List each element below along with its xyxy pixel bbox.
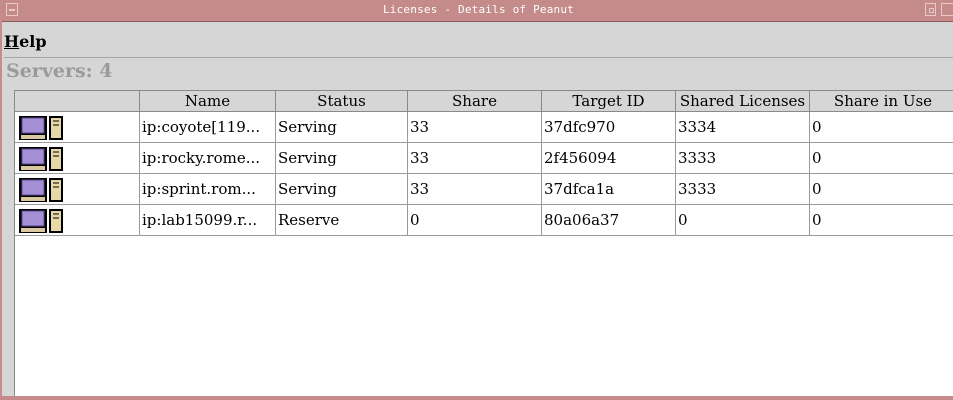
- window-title: Licenses - Details of Peanut: [382, 3, 575, 16]
- server-share: 0: [408, 205, 542, 236]
- server-name: ip:sprint.rom...: [140, 174, 276, 205]
- row-icon-cell: [15, 143, 140, 174]
- column-header-share[interactable]: Share: [408, 91, 542, 112]
- server-shared-licenses: 3334: [676, 112, 810, 143]
- row-icon-cell: [15, 174, 140, 205]
- server-icon: [18, 208, 64, 234]
- server-name: ip:lab15099.r...: [140, 205, 276, 236]
- row-icon-cell: [15, 205, 140, 236]
- licenses-window: Licenses - Details of Peanut Help Server…: [0, 0, 953, 400]
- table-row[interactable]: ip:lab15099.r... Reserve 0 80a06a37 0 0: [15, 205, 953, 236]
- server-target-id: 37dfca1a: [542, 174, 676, 205]
- row-icon-cell: [15, 112, 140, 143]
- column-header-icon[interactable]: [15, 91, 140, 112]
- server-share-in-use: 0: [810, 205, 953, 236]
- help-mnemonic: H: [4, 32, 20, 51]
- servers-table: Name Status Share Target ID Shared Licen…: [14, 90, 953, 398]
- column-header-target-id[interactable]: Target ID: [542, 91, 676, 112]
- server-status: Serving: [276, 112, 408, 143]
- server-icon: [18, 177, 64, 203]
- table-row[interactable]: ip:sprint.rom... Serving 33 37dfca1a 333…: [15, 174, 953, 205]
- server-share-in-use: 0: [810, 112, 953, 143]
- maximize-icon[interactable]: [941, 3, 953, 16]
- server-target-id: 2f456094: [542, 143, 676, 174]
- server-icon: [18, 115, 64, 141]
- servers-count-label: Servers: 4: [6, 60, 113, 82]
- menu-separator: [4, 57, 953, 58]
- server-share-in-use: 0: [810, 174, 953, 205]
- server-status: Serving: [276, 143, 408, 174]
- minimize-icon[interactable]: [925, 3, 936, 16]
- table-row[interactable]: ip:rocky.rome... Serving 33 2f456094 333…: [15, 143, 953, 174]
- server-icon: [18, 146, 64, 172]
- server-share-in-use: 0: [810, 143, 953, 174]
- server-name: ip:rocky.rome...: [140, 143, 276, 174]
- server-name: ip:coyote[119...: [140, 112, 276, 143]
- help-menu-label: elp: [19, 32, 47, 51]
- server-shared-licenses: 3333: [676, 174, 810, 205]
- server-share: 33: [408, 174, 542, 205]
- help-menu[interactable]: Help: [4, 32, 47, 51]
- window-bottom-border[interactable]: [2, 396, 953, 400]
- table-row[interactable]: ip:coyote[119... Serving 33 37dfc970 333…: [15, 112, 953, 143]
- menu-bar: Help: [4, 32, 47, 51]
- server-status: Serving: [276, 174, 408, 205]
- column-header-status[interactable]: Status: [276, 91, 408, 112]
- server-share: 33: [408, 112, 542, 143]
- column-header-shared-licenses[interactable]: Shared Licenses: [676, 91, 810, 112]
- server-share: 33: [408, 143, 542, 174]
- column-header-name[interactable]: Name: [140, 91, 276, 112]
- column-header-share-in-use[interactable]: Share in Use: [810, 91, 953, 112]
- server-shared-licenses: 0: [676, 205, 810, 236]
- server-status: Reserve: [276, 205, 408, 236]
- title-bar[interactable]: Licenses - Details of Peanut: [2, 0, 953, 22]
- server-shared-licenses: 3333: [676, 143, 810, 174]
- server-target-id: 37dfc970: [542, 112, 676, 143]
- server-target-id: 80a06a37: [542, 205, 676, 236]
